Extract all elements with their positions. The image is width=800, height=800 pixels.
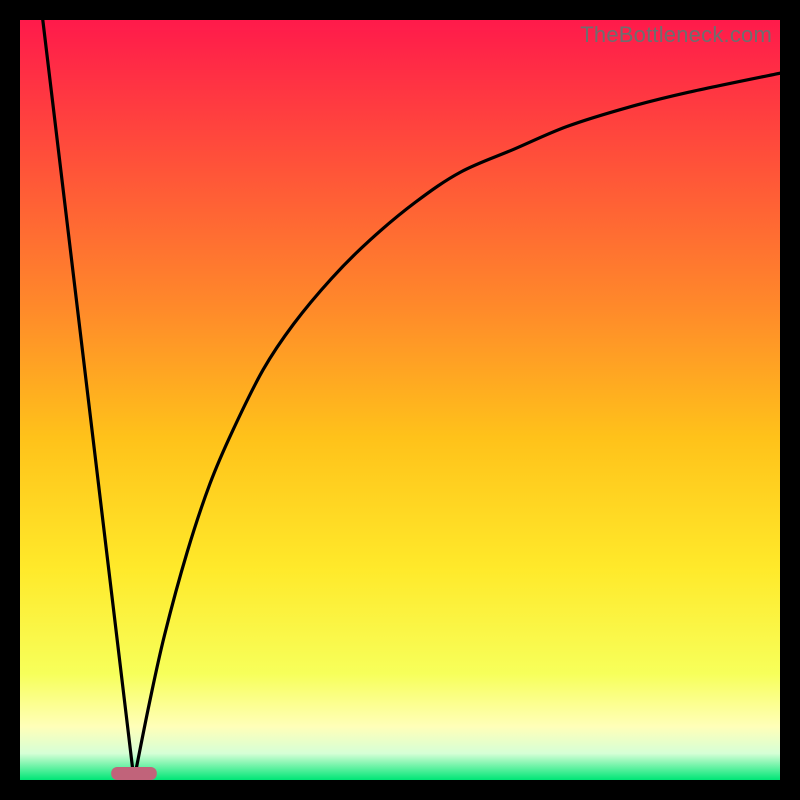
- chart-frame: TheBottleneck.com: [20, 20, 780, 780]
- minimum-marker: [111, 767, 157, 780]
- watermark-label: TheBottleneck.com: [580, 22, 772, 48]
- gradient-background: [20, 20, 780, 780]
- bottleneck-chart: [20, 20, 780, 780]
